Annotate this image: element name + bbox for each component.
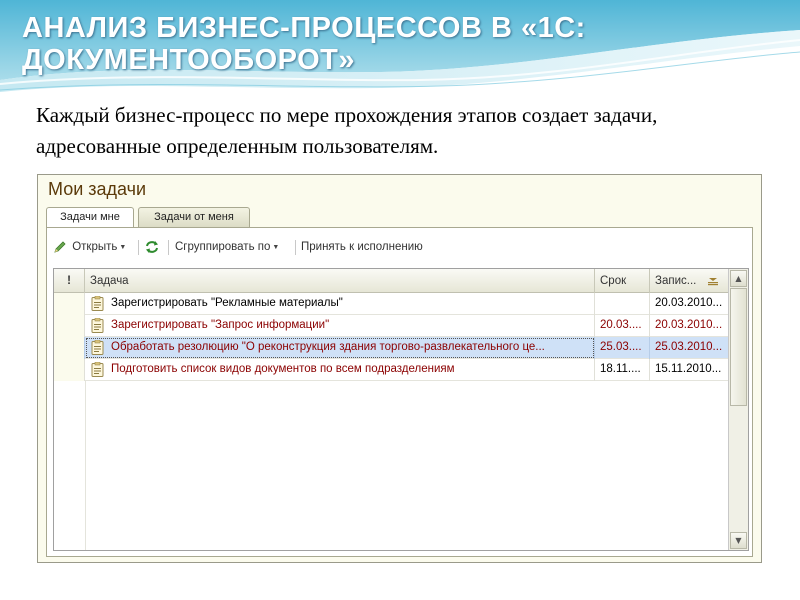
scroll-up-button[interactable]: ▲ (730, 270, 747, 287)
open-button-label: Открыть (72, 241, 118, 253)
chevron-down-icon: ▼ (119, 244, 127, 251)
slide-description: Каждый бизнес-процесс по мере прохождени… (36, 103, 658, 158)
created-cell: 15.11.2010... (655, 363, 722, 375)
importance-cell (54, 293, 85, 315)
table-row-selected[interactable]: Обработать резолюцию "О реконструкция зд… (54, 337, 728, 359)
sort-descending-icon (708, 278, 718, 286)
column-created[interactable]: Запис... (650, 269, 728, 293)
tab-content: Открыть ▼ Сгруппировать по ▼ Принять к исп… (46, 227, 753, 557)
toolbar-divider (295, 240, 296, 255)
refresh-button[interactable] (144, 238, 160, 256)
toolbar-divider (168, 240, 169, 255)
column-task[interactable]: Задача (85, 269, 595, 293)
task-cell: Зарегистрировать "Рекламные материалы" (85, 293, 595, 315)
created-cell: 20.03.2010... (655, 297, 723, 309)
task-document-icon (91, 296, 104, 311)
task-document-icon (91, 362, 104, 377)
pencil-icon (54, 241, 66, 253)
deadline-cell: 25.03.... (595, 337, 650, 359)
deadline-cell: 18.11.... (595, 359, 650, 381)
accept-label: Принять к исполнению (301, 241, 423, 253)
slide-title: АНАЛИЗ БИЗНЕС-ПРОЦЕССОВ В «1С: ДОКУМЕНТО… (22, 12, 586, 76)
column-divider (85, 381, 86, 550)
group-by-label: Сгруппировать по (175, 241, 271, 253)
task-cell: Подготовить список видов документов по в… (85, 359, 595, 381)
group-by-button[interactable]: Сгруппировать по ▼ (175, 238, 279, 256)
scroll-down-button[interactable]: ▼ (730, 532, 747, 549)
table-header: ! Задача Срок Запис... (54, 269, 728, 293)
deadline-cell: 20.03.... (595, 315, 650, 337)
importance-cell (54, 315, 85, 337)
table-row[interactable]: Зарегистрировать "Рекламные материалы" 2… (54, 293, 728, 315)
toolbar: Открыть ▼ Сгруппировать по ▼ Принять к исп… (47, 236, 752, 258)
created-cell: 25.03.2010... (655, 341, 723, 353)
task-document-icon (91, 318, 104, 333)
chevron-down-icon: ▼ (272, 244, 280, 251)
tab-tasks-to-me[interactable]: Задачи мне (46, 207, 134, 228)
toolbar-divider (138, 240, 139, 255)
importance-cell (54, 337, 85, 359)
created-cell: 20.03.2010... (655, 319, 723, 331)
my-tasks-window: Мои задачи Задачи мне Задачи от меня Отк… (37, 174, 762, 563)
task-document-icon (91, 340, 104, 355)
vertical-scrollbar[interactable]: ▲ ▼ (728, 269, 748, 550)
table-row[interactable]: Зарегистрировать "Запрос информации" 20.… (54, 315, 728, 337)
window-title: Мои задачи (48, 179, 147, 199)
importance-cell (54, 359, 85, 381)
open-button[interactable]: Открыть ▼ (53, 238, 126, 256)
scroll-thumb[interactable] (730, 288, 747, 406)
tab-label: Задачи от меня (154, 211, 234, 223)
column-deadline[interactable]: Срок (595, 269, 650, 293)
task-cell: Обработать резолюцию "О реконструкция зд… (85, 337, 595, 359)
column-importance[interactable]: ! (54, 269, 85, 293)
tasks-table: ! Задача Срок Запис... Зарегистрировать … (53, 268, 749, 551)
accept-for-execution-button[interactable]: Принять к исполнению (301, 238, 423, 256)
tab-label: Задачи мне (60, 211, 120, 223)
deadline-cell (595, 293, 650, 315)
refresh-icon (146, 240, 158, 253)
task-cell: Зарегистрировать "Запрос информации" (85, 315, 595, 337)
table-row[interactable]: Подготовить список видов документов по в… (54, 359, 728, 381)
tab-tasks-from-me[interactable]: Задачи от меня (138, 207, 250, 227)
